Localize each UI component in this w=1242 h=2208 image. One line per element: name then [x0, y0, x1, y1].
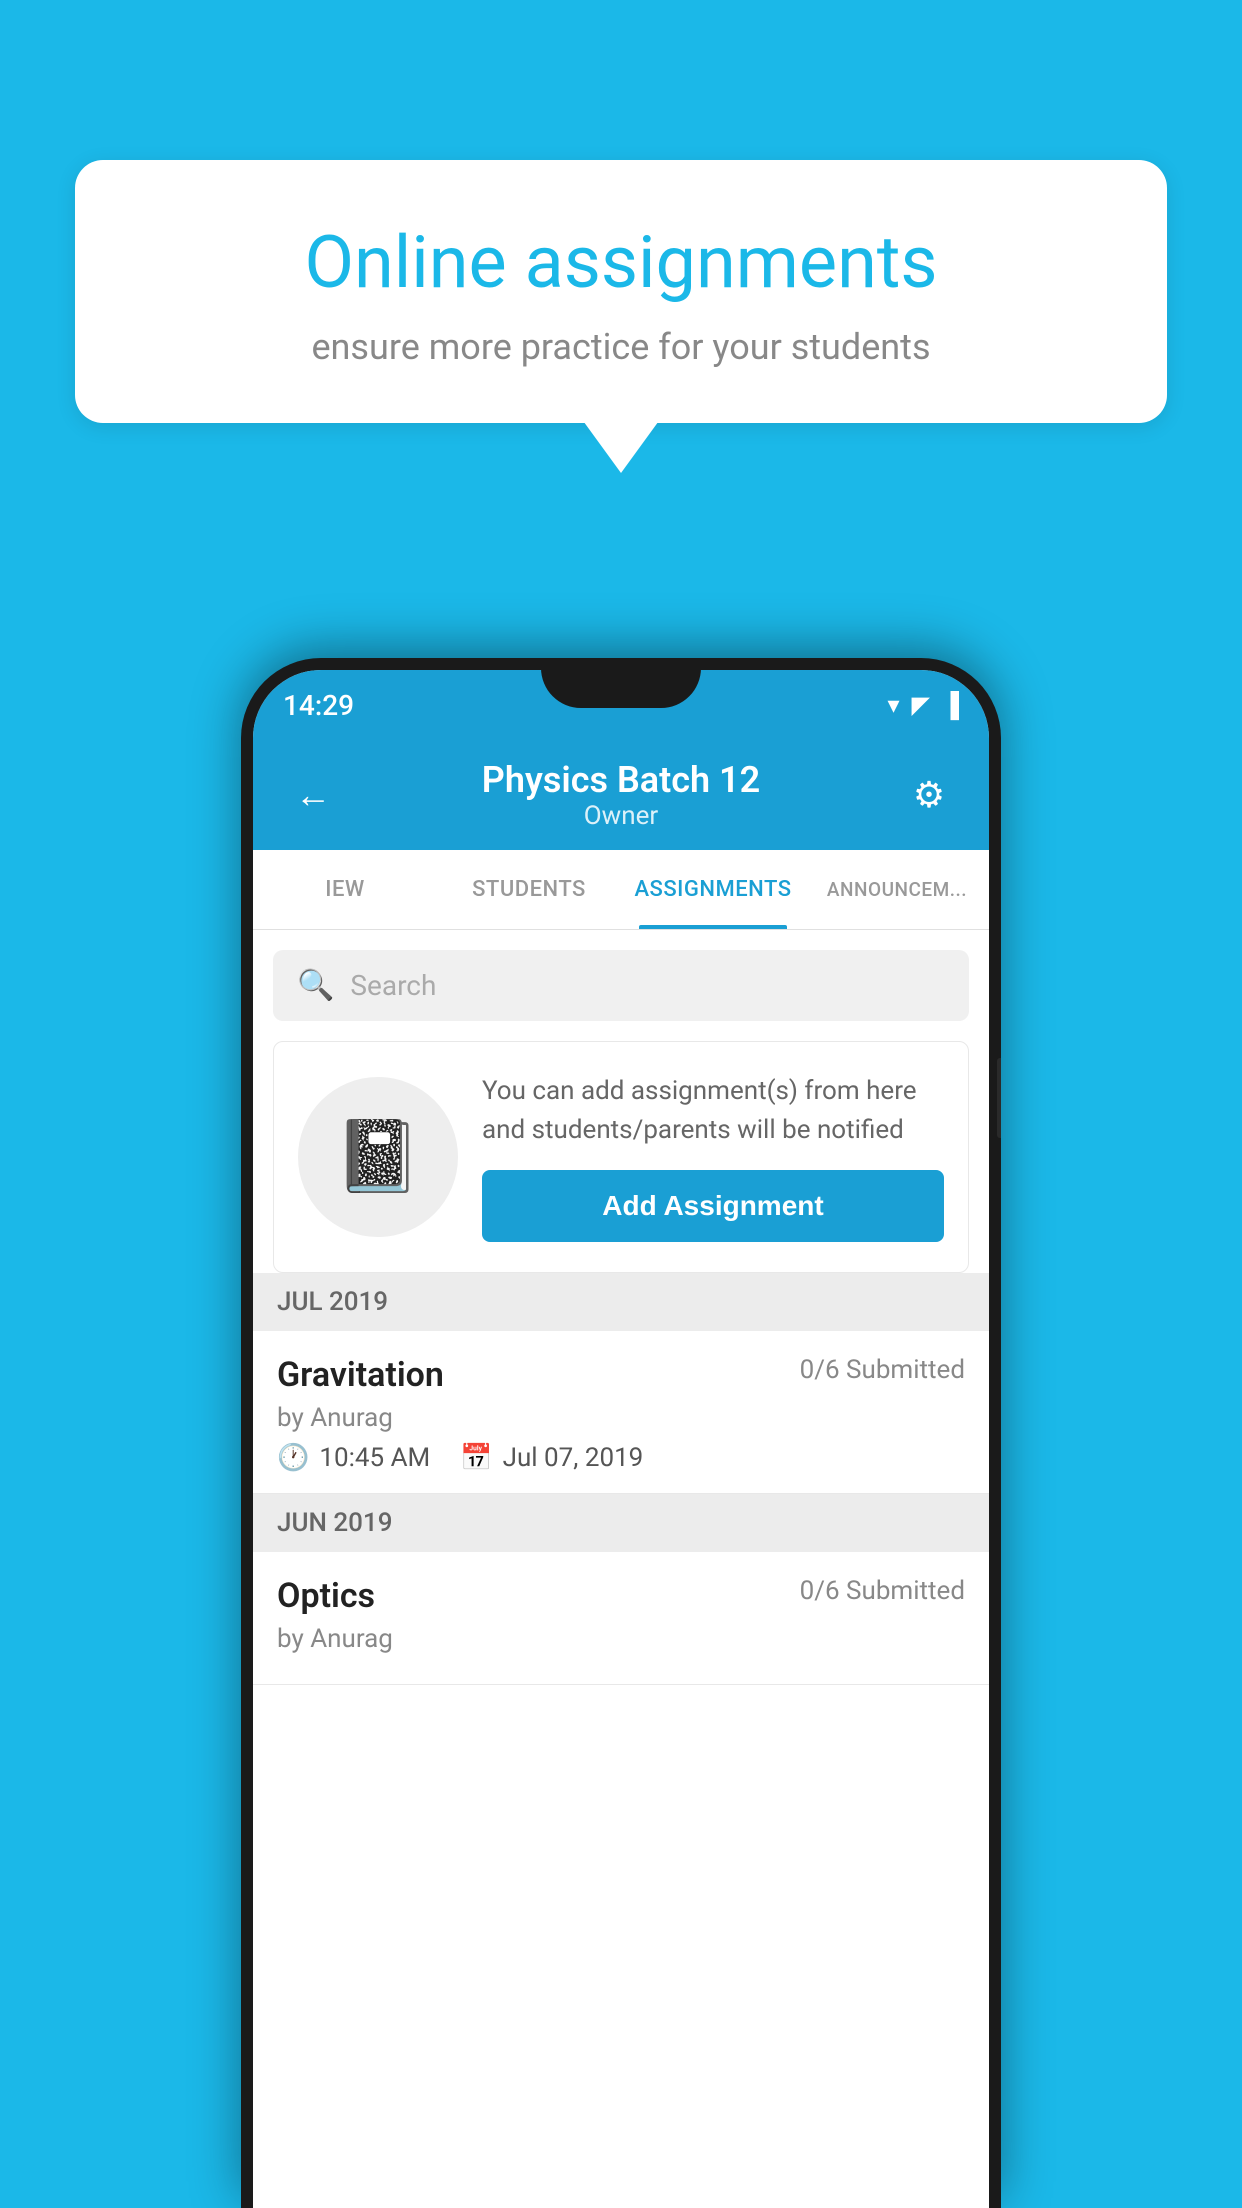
assignment-name: Gravitation	[277, 1355, 444, 1395]
assignment-icon-circle: 📓	[298, 1077, 458, 1237]
search-bar[interactable]: 🔍 Search	[273, 950, 969, 1021]
assignment-meta: 🕐 10:45 AM 📅 Jul 07, 2019	[277, 1443, 965, 1473]
phone-screen: 14:29 ▾ ◤ ▐ ← Physics Batch 12 Owner ⚙ I…	[253, 670, 989, 2208]
tab-students[interactable]: STUDENTS	[437, 850, 621, 929]
assignment-author-optics: by Anurag	[277, 1624, 965, 1654]
speech-bubble-title: Online assignments	[145, 220, 1097, 306]
search-icon: 🔍	[297, 968, 334, 1003]
assignment-date: 📅 Jul 07, 2019	[460, 1443, 643, 1473]
content-area: 🔍 Search 📓 You can add assignment(s) fro…	[253, 930, 989, 2208]
app-header: ← Physics Batch 12 Owner ⚙	[253, 740, 989, 850]
speech-bubble-container: Online assignments ensure more practice …	[75, 160, 1167, 423]
side-volume-strip	[997, 1058, 1001, 1138]
section-header-jun: JUN 2019	[253, 1494, 989, 1552]
empty-state-card: 📓 You can add assignment(s) from here an…	[273, 1041, 969, 1273]
signal-icon: ◤	[912, 691, 930, 719]
assignment-time-value: 10:45 AM	[319, 1443, 430, 1473]
assignment-name-optics: Optics	[277, 1576, 375, 1616]
assignment-date-value: Jul 07, 2019	[503, 1443, 644, 1473]
assignment-item-gravitation[interactable]: Gravitation 0/6 Submitted by Anurag 🕐 10…	[253, 1331, 989, 1494]
speech-bubble-subtitle: ensure more practice for your students	[145, 326, 1097, 368]
settings-button[interactable]: ⚙	[899, 774, 959, 816]
header-subtitle: Owner	[343, 801, 899, 831]
assignment-author: by Anurag	[277, 1403, 965, 1433]
assignment-item-header: Gravitation 0/6 Submitted	[277, 1355, 965, 1395]
calendar-icon: 📅	[460, 1443, 492, 1473]
tab-announcements[interactable]: ANNOUNCEM...	[805, 850, 989, 929]
add-assignment-button[interactable]: Add Assignment	[482, 1170, 944, 1242]
assignment-submitted: 0/6 Submitted	[800, 1355, 965, 1385]
empty-card-right: You can add assignment(s) from here and …	[482, 1072, 944, 1242]
status-time: 14:29	[283, 689, 354, 722]
notebook-icon: 📓	[334, 1116, 421, 1198]
tabs-bar: IEW STUDENTS ASSIGNMENTS ANNOUNCEM...	[253, 850, 989, 930]
wifi-icon: ▾	[887, 691, 899, 719]
back-button[interactable]: ←	[283, 774, 343, 816]
assignment-item-header-optics: Optics 0/6 Submitted	[277, 1576, 965, 1616]
phone-notch	[541, 658, 701, 708]
assignment-submitted-optics: 0/6 Submitted	[800, 1576, 965, 1606]
header-center: Physics Batch 12 Owner	[343, 759, 899, 831]
assignment-item-optics[interactable]: Optics 0/6 Submitted by Anurag	[253, 1552, 989, 1685]
clock-icon: 🕐	[277, 1443, 309, 1473]
tab-iew[interactable]: IEW	[253, 850, 437, 929]
status-icons: ▾ ◤ ▐	[887, 691, 959, 720]
tab-assignments[interactable]: ASSIGNMENTS	[621, 850, 805, 929]
speech-bubble: Online assignments ensure more practice …	[75, 160, 1167, 423]
empty-state-description: You can add assignment(s) from here and …	[482, 1072, 944, 1150]
assignment-time: 🕐 10:45 AM	[277, 1443, 430, 1473]
search-placeholder: Search	[350, 969, 436, 1002]
section-header-jul: JUL 2019	[253, 1273, 989, 1331]
phone-frame: 14:29 ▾ ◤ ▐ ← Physics Batch 12 Owner ⚙ I…	[241, 658, 1001, 2208]
header-title: Physics Batch 12	[343, 759, 899, 801]
battery-icon: ▐	[942, 691, 959, 720]
